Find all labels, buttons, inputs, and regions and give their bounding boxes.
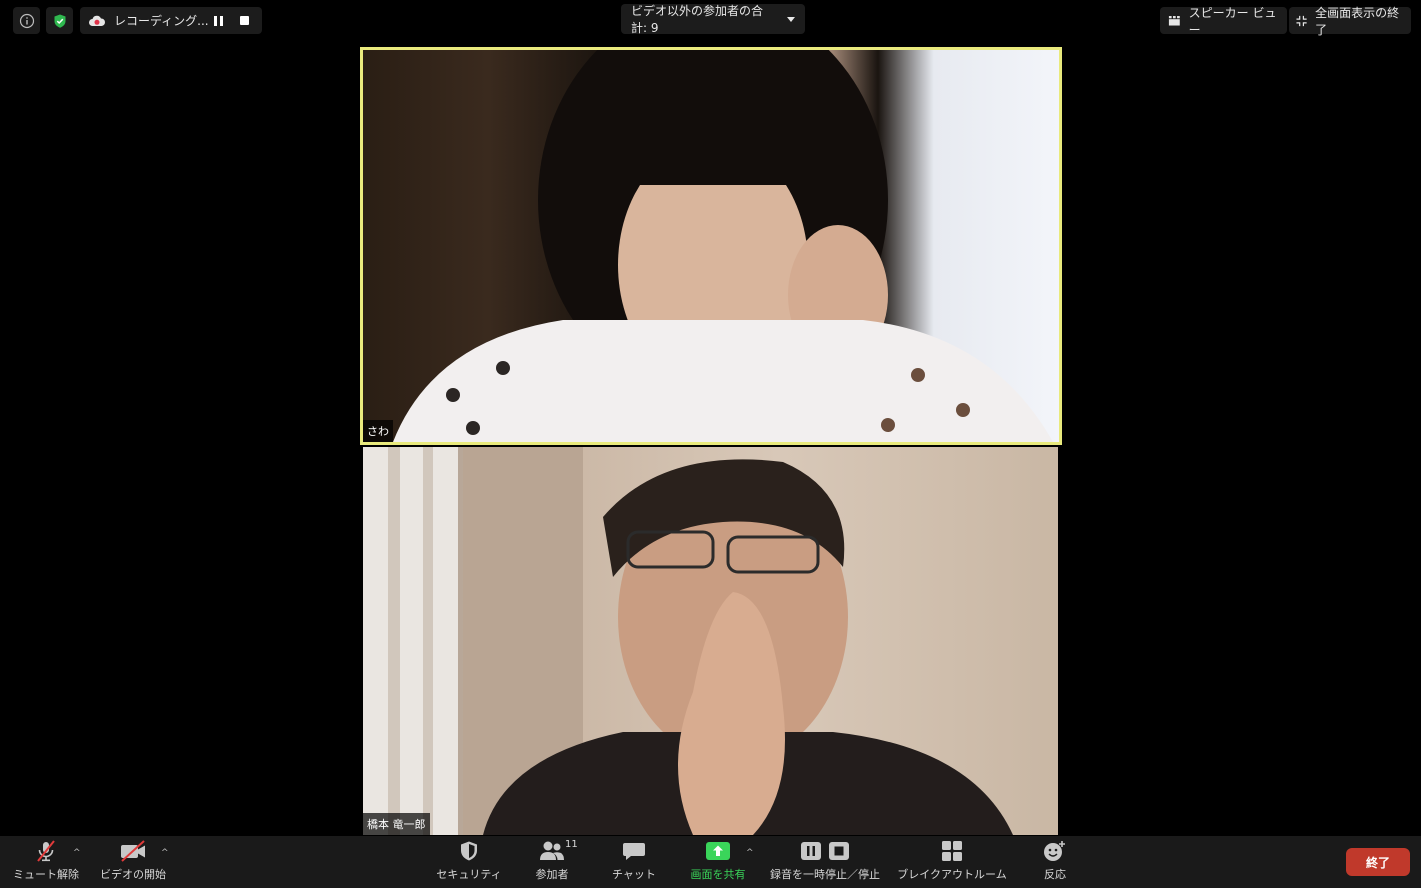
reaction-emoji-icon: [1042, 840, 1068, 862]
participant-video-frame: [363, 447, 1013, 835]
breakout-rooms-icon: [941, 840, 963, 862]
stop-icon: [829, 842, 849, 860]
chevron-down-icon: [787, 16, 795, 22]
participant-video: [363, 50, 1059, 442]
info-icon: [19, 13, 34, 28]
chat-label: チャット: [612, 868, 656, 881]
chat-button[interactable]: チャット: [603, 836, 665, 888]
pause-icon: [213, 15, 223, 26]
recording-controls-icons: [800, 840, 850, 862]
breakout-rooms-button[interactable]: ブレイクアウトルーム: [893, 836, 1011, 888]
pause-icon: [801, 842, 821, 860]
security-button[interactable]: セキュリティ: [432, 836, 506, 888]
security-shield-icon: [458, 840, 480, 862]
recording-controls-label: 録音を一時停止／停止: [770, 868, 880, 881]
participants-label: 参加者: [535, 868, 569, 881]
meeting-info-button[interactable]: [13, 7, 40, 34]
share-screen-label: 画面を共有: [690, 868, 746, 881]
recording-controls-button[interactable]: 録音を一時停止／停止: [767, 836, 883, 888]
speaker-view-label: スピーカー ビュー: [1188, 5, 1277, 37]
non-video-participants-label: ビデオ以外の参加者の合計: 9: [631, 4, 764, 35]
end-meeting-button[interactable]: 終了: [1346, 848, 1410, 876]
pause-recording-button[interactable]: [208, 11, 228, 31]
exit-fullscreen-button[interactable]: 全画面表示の終了: [1289, 6, 1411, 37]
speaker-view-button[interactable]: スピーカー ビュー: [1160, 6, 1287, 37]
share-options-chevron-icon[interactable]: ^: [746, 848, 754, 858]
start-video-button[interactable]: ビデオの開始: [97, 836, 169, 888]
recording-indicator: レコーディング...: [80, 7, 262, 34]
video-tile[interactable]: 橋本 竜一郎: [363, 447, 1058, 835]
stop-recording-button[interactable]: [234, 11, 254, 31]
chat-bubble-icon: [622, 840, 646, 862]
non-video-participants-dropdown[interactable]: ビデオ以外の参加者の合計: 9: [621, 4, 805, 35]
participant-video: [363, 447, 1058, 835]
audio-options-chevron-icon[interactable]: ^: [73, 848, 81, 858]
start-video-label: ビデオの開始: [100, 868, 166, 881]
recording-label: レコーディング...: [114, 14, 208, 28]
security-label: セキュリティ: [436, 868, 502, 881]
encryption-shield-button[interactable]: [46, 7, 73, 34]
muted-mic-icon: [34, 840, 58, 862]
participant-name-tag: 橋本 竜一郎: [363, 813, 430, 835]
meeting-toolbar: ミュート解除 ^ ビデオの開始 ^ セキュリティ 11 参加者 チャット 画面を…: [0, 836, 1421, 888]
cloud-recording-icon: [89, 15, 106, 26]
reactions-button[interactable]: 反応: [1030, 836, 1080, 888]
speaker-view-icon: [1168, 15, 1180, 26]
exit-fullscreen-icon: [1296, 15, 1307, 26]
stop-icon: [239, 16, 249, 25]
video-off-icon: [119, 840, 147, 862]
share-screen-icon: [705, 840, 731, 862]
participant-video-frame: [393, 50, 1053, 442]
participants-button[interactable]: 11 参加者: [520, 836, 584, 888]
video-tile-active-speaker[interactable]: さわ: [360, 47, 1062, 445]
participants-icon: 11: [539, 839, 578, 862]
breakout-rooms-label: ブレイクアウトルーム: [897, 868, 1007, 881]
unmute-label: ミュート解除: [13, 868, 79, 881]
exit-fullscreen-label: 全画面表示の終了: [1315, 5, 1400, 37]
participants-count-badge: 11: [565, 839, 578, 850]
share-screen-button[interactable]: 画面を共有: [687, 836, 749, 888]
unmute-button[interactable]: ミュート解除: [10, 836, 82, 888]
reactions-label: 反応: [1044, 868, 1066, 881]
video-options-chevron-icon[interactable]: ^: [161, 848, 169, 858]
participant-name-tag: さわ: [363, 420, 393, 442]
shield-check-icon: [54, 14, 65, 28]
